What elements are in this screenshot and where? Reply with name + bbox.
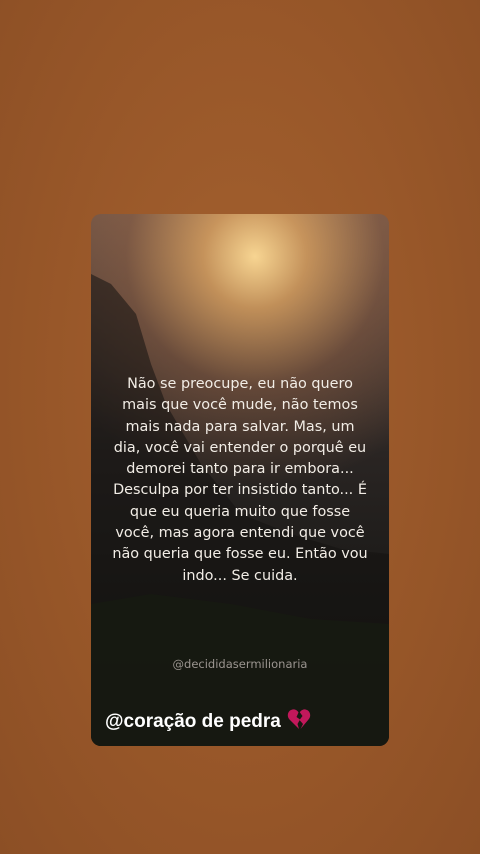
author-handle: @decididasermilionaria <box>172 657 308 671</box>
broken-heart-icon <box>287 708 311 736</box>
signature-caption: @coração de pedra <box>105 708 311 736</box>
story-quote: Não se preocupe, eu não quero mais que v… <box>112 376 368 584</box>
signature-text: @coração de pedra <box>105 711 281 732</box>
story-card: Não se preocupe, eu não quero mais que v… <box>91 214 389 746</box>
